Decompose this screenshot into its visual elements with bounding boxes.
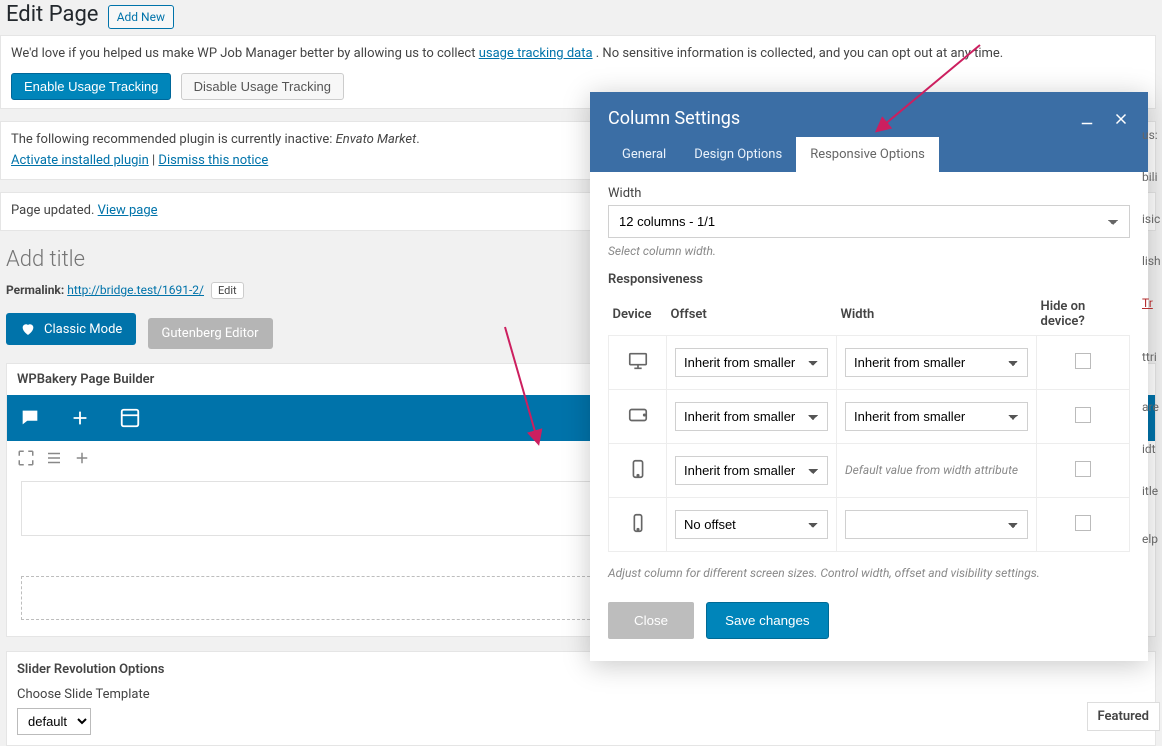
disable-tracking-button[interactable]: Disable Usage Tracking: [181, 73, 344, 100]
minimize-icon[interactable]: [1078, 110, 1096, 128]
desktop-icon: [627, 350, 649, 372]
width-select-md[interactable]: Inherit from smaller: [845, 402, 1028, 431]
enable-tracking-button[interactable]: Enable Usage Tracking: [11, 73, 171, 100]
responsiveness-label: Responsiveness: [608, 272, 1130, 287]
table-row: Inherit from smaller Default value from …: [609, 444, 1130, 498]
tracking-text-post: . No sensitive information is collected,…: [596, 46, 1003, 61]
col-offset: Offset: [667, 293, 837, 336]
plugin-name: Envato Market: [336, 132, 417, 147]
hide-checkbox-md[interactable]: [1075, 407, 1091, 423]
permalink-label: Permalink:: [6, 283, 64, 297]
modal-title: Column Settings: [608, 108, 740, 129]
page-title: Edit Page: [6, 2, 98, 27]
tab-design-options[interactable]: Design Options: [680, 137, 796, 172]
table-row: Inherit from smaller Inherit from smalle…: [609, 336, 1130, 390]
activate-plugin-link[interactable]: Activate installed plugin: [11, 153, 149, 168]
dismiss-notice-link[interactable]: Dismiss this notice: [158, 153, 268, 168]
col-device: Device: [609, 293, 667, 336]
slider-title: Slider Revolution Options: [17, 662, 1145, 677]
heart-icon: [20, 321, 36, 337]
columns-icon[interactable]: [45, 449, 63, 467]
permalink-edit-button[interactable]: Edit: [211, 282, 244, 299]
trash-link[interactable]: Tr: [1142, 296, 1153, 310]
template-icon[interactable]: [119, 407, 141, 429]
comment-icon[interactable]: [19, 407, 41, 429]
offset-select-lg[interactable]: Inherit from smaller: [675, 348, 828, 377]
width-select-xs[interactable]: [845, 510, 1028, 539]
column-settings-modal: Column Settings General Design Options R…: [590, 92, 1148, 661]
responsiveness-hint: Adjust column for different screen sizes…: [608, 566, 1130, 580]
hide-checkbox-xs[interactable]: [1075, 515, 1091, 531]
hide-checkbox-sm[interactable]: [1075, 461, 1091, 477]
slider-template-select[interactable]: default: [17, 708, 91, 735]
offset-select-sm[interactable]: Inherit from smaller: [675, 456, 828, 485]
tablet-landscape-icon: [627, 404, 649, 426]
close-button[interactable]: Close: [608, 602, 694, 639]
tracking-text-pre: We'd love if you helped us make WP Job M…: [11, 46, 479, 61]
width-hint: Select column width.: [608, 244, 1130, 258]
side-hints: us: bili isic lish Tr ttri are idt itle …: [1142, 128, 1162, 574]
tablet-portrait-icon: [627, 458, 649, 480]
phone-icon: [627, 512, 649, 534]
save-changes-button[interactable]: Save changes: [706, 602, 828, 639]
table-row: No offset: [609, 498, 1130, 552]
view-page-link[interactable]: View page: [98, 203, 158, 218]
plus-icon[interactable]: [69, 407, 91, 429]
slider-label: Choose Slide Template: [17, 687, 1145, 702]
hide-checkbox-lg[interactable]: [1075, 353, 1091, 369]
offset-select-md[interactable]: Inherit from smaller: [675, 402, 828, 431]
add-new-button[interactable]: Add New: [108, 5, 174, 29]
page-title-input[interactable]: [6, 243, 576, 276]
responsiveness-table: Device Offset Width Hide on device? Inhe…: [608, 293, 1130, 552]
updated-text: Page updated.: [11, 203, 94, 218]
slider-box: Slider Revolution Options Choose Slide T…: [6, 651, 1156, 746]
gutenberg-mode-button[interactable]: Gutenberg Editor: [148, 318, 273, 349]
width-select-lg[interactable]: Inherit from smaller: [845, 348, 1028, 377]
expand-icon[interactable]: [17, 449, 35, 467]
tab-responsive-options[interactable]: Responsive Options: [796, 137, 939, 172]
offset-select-xs[interactable]: No offset: [675, 510, 828, 539]
col-width: Width: [837, 293, 1037, 336]
width-select[interactable]: 12 columns - 1/1: [608, 205, 1130, 238]
tracking-link[interactable]: usage tracking data: [479, 46, 593, 61]
close-icon[interactable]: [1112, 110, 1130, 128]
width-label: Width: [608, 186, 1130, 201]
default-width-note: Default value from width attribute: [845, 463, 1018, 477]
row-plus-icon[interactable]: [73, 449, 91, 467]
table-row: Inherit from smaller Inherit from smalle…: [609, 390, 1130, 444]
plugin-text: The following recommended plugin is curr…: [11, 132, 336, 147]
featured-chip[interactable]: Featured: [1087, 702, 1161, 731]
classic-mode-button[interactable]: Classic Mode: [6, 313, 136, 345]
tab-general[interactable]: General: [608, 137, 680, 172]
col-hide: Hide on device?: [1037, 293, 1130, 336]
permalink-url[interactable]: http://bridge.test/1691-2/: [67, 283, 204, 297]
